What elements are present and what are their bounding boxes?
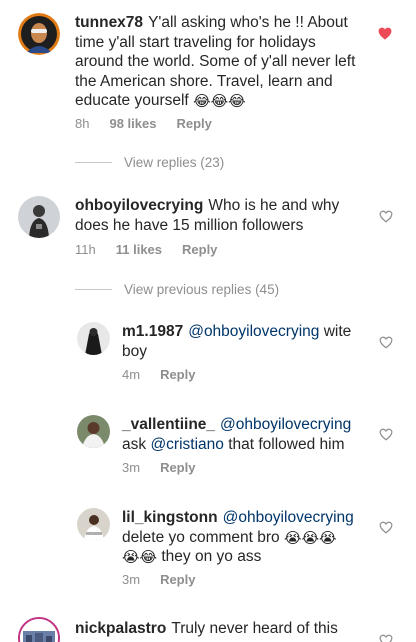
reply-item: _vallentiine_ @ohboyilovecrying ask @cris… xyxy=(0,410,416,480)
crying-laughing-emoji: 😭😂 xyxy=(122,549,158,566)
view-replies-link[interactable]: View replies (23) xyxy=(75,155,224,170)
reply-time: 3m xyxy=(122,460,141,475)
comment-time: 11h xyxy=(75,242,96,257)
heart-outline-icon[interactable] xyxy=(379,428,393,441)
reply-item: lil_kingstonn @ohboyilovecrying delete yo… xyxy=(0,503,416,595)
divider-line xyxy=(75,289,112,290)
comment-time: 8h xyxy=(75,116,90,131)
avatar[interactable] xyxy=(77,508,110,541)
heart-filled-icon[interactable] xyxy=(378,27,392,40)
mention-link[interactable]: @ohboyilovecrying xyxy=(223,509,354,526)
mention-link[interactable]: @cristiano xyxy=(150,436,223,453)
heart-outline-icon[interactable] xyxy=(379,210,393,223)
heart-outline-icon[interactable] xyxy=(379,521,393,534)
avatar[interactable] xyxy=(77,415,110,448)
reply-button[interactable]: Reply xyxy=(160,572,195,587)
avatar[interactable] xyxy=(77,322,110,355)
view-previous-replies-link[interactable]: View previous replies (45) xyxy=(75,282,279,297)
divider-line xyxy=(75,162,112,163)
reply-button[interactable]: Reply xyxy=(182,242,217,257)
reply-username[interactable]: lil_kingstonn xyxy=(122,509,218,526)
crying-emoji: 😭😭😭 xyxy=(283,529,337,547)
comment-item: ohboyilovecrying Who is he and why does h… xyxy=(0,190,416,260)
comment-text: Truly never heard of this xyxy=(171,620,338,637)
reply-time: 4m xyxy=(122,367,141,382)
heart-outline-icon[interactable] xyxy=(379,634,393,642)
comment-item: tunnex78 Y'all asking who's he !! About t… xyxy=(0,0,416,140)
comment-likes[interactable]: 98 likes xyxy=(109,116,156,131)
avatar[interactable] xyxy=(18,196,60,238)
comment-username[interactable]: tunnex78 xyxy=(75,14,143,31)
comment-item: nickpalastro Truly never heard of this xyxy=(0,612,416,642)
mention-link[interactable]: @ohboyilovecrying xyxy=(188,323,319,340)
reply-text: that followed him xyxy=(228,435,345,453)
reply-username[interactable]: _vallentiine_ xyxy=(122,416,215,433)
comment-username[interactable]: nickpalastro xyxy=(75,620,166,637)
heart-outline-icon[interactable] xyxy=(379,336,393,349)
comment-username[interactable]: ohboyilovecrying xyxy=(75,197,203,214)
mention-link[interactable]: @ohboyilovecrying xyxy=(220,416,351,433)
reply-username[interactable]: m1.1987 xyxy=(122,323,183,340)
reply-text: delete yo comment bro xyxy=(122,528,280,546)
reply-text: ask xyxy=(122,435,147,453)
reply-button[interactable]: Reply xyxy=(160,367,195,382)
reply-text: they on yo ass xyxy=(161,548,262,565)
reply-button[interactable]: Reply xyxy=(160,460,195,475)
reply-time: 3m xyxy=(122,572,141,587)
reply-button[interactable]: Reply xyxy=(176,116,211,131)
avatar[interactable] xyxy=(18,617,60,642)
reply-item: m1.1987 @ohboyilovecrying wite boy 4m Rep… xyxy=(0,318,416,388)
laughing-emoji: 😂😂😂 xyxy=(193,93,246,110)
avatar[interactable] xyxy=(18,13,60,55)
comment-likes[interactable]: 11 likes xyxy=(116,242,162,257)
